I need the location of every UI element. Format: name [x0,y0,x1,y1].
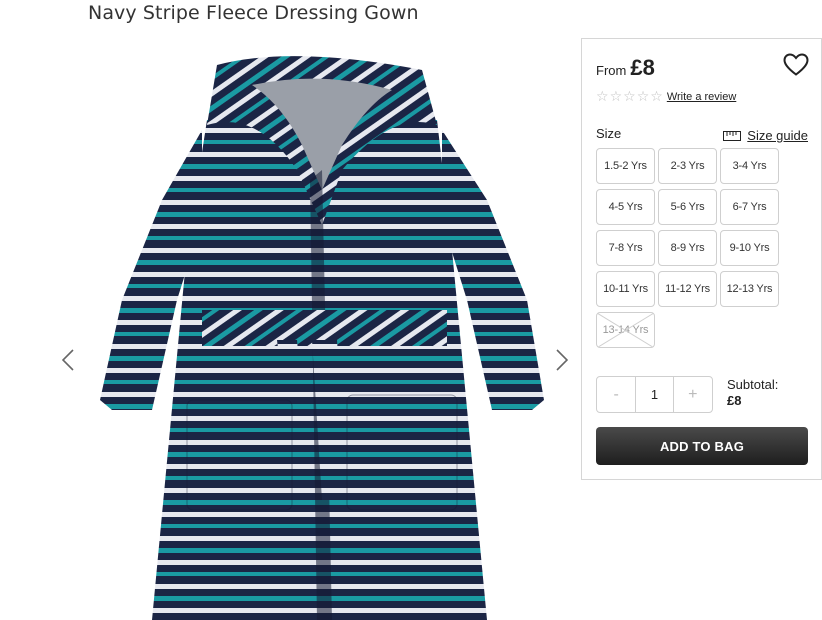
quantity-stepper: - 1 + [596,376,713,413]
chevron-left-icon [62,349,74,371]
product-gallery [0,40,580,620]
quantity-increase-button[interactable]: + [674,377,712,412]
size-option[interactable]: 6-7 Yrs [720,189,779,225]
star-icon: ☆ [650,89,663,105]
product-title: Navy Stripe Fleece Dressing Gown [88,2,419,24]
quantity-value[interactable]: 1 [635,377,674,412]
size-option[interactable]: 4-5 Yrs [596,189,655,225]
size-option-unavailable[interactable]: 13-14 Yrs [596,312,655,348]
star-icon: ☆ [609,89,623,105]
chevron-right-icon [556,349,568,371]
size-option[interactable]: 3-4 Yrs [720,148,779,184]
subtotal-value: £8 [727,393,742,408]
price-from-label: From [596,63,627,78]
gallery-prev-button[interactable] [58,345,78,375]
rating: ☆ ☆ ☆ ☆ ☆ Write a review [596,90,736,104]
size-option[interactable]: 9-10 Yrs [720,230,779,266]
size-option[interactable]: 5-6 Yrs [658,189,717,225]
star-icon: ☆ [636,89,650,105]
star-icon: ☆ [623,89,636,105]
add-to-bag-button[interactable]: ADD TO BAG [596,427,808,465]
subtotal: Subtotal: £8 [727,377,778,408]
star-icon: ☆ [596,89,609,105]
size-guide-link[interactable]: Size guide [723,128,808,143]
size-option[interactable]: 7-8 Yrs [596,230,655,266]
size-option[interactable]: 11-12 Yrs [658,271,717,307]
size-option-label: 13-14 Yrs [602,324,649,336]
size-option[interactable]: 8-9 Yrs [658,230,717,266]
gallery-next-button[interactable] [552,345,572,375]
heart-icon[interactable] [783,53,809,77]
size-options: 1.5-2 Yrs 2-3 Yrs 3-4 Yrs 4-5 Yrs 5-6 Yr… [596,148,779,348]
size-option[interactable]: 12-13 Yrs [720,271,779,307]
size-option[interactable]: 2-3 Yrs [658,148,717,184]
size-option[interactable]: 10-11 Yrs [596,271,655,307]
size-option[interactable]: 1.5-2 Yrs [596,148,655,184]
price: From £8 [596,55,655,81]
ruler-icon [723,130,742,141]
write-review-link[interactable]: Write a review [667,91,736,103]
size-label: Size [596,126,622,141]
subtotal-label: Subtotal: [727,377,779,392]
size-guide-label: Size guide [747,128,808,143]
product-image[interactable] [92,50,552,620]
price-value: £8 [630,55,655,80]
quantity-decrease-button[interactable]: - [597,377,635,412]
purchase-panel: From £8 ☆ ☆ ☆ ☆ ☆ Write a review Size Si… [581,38,822,480]
